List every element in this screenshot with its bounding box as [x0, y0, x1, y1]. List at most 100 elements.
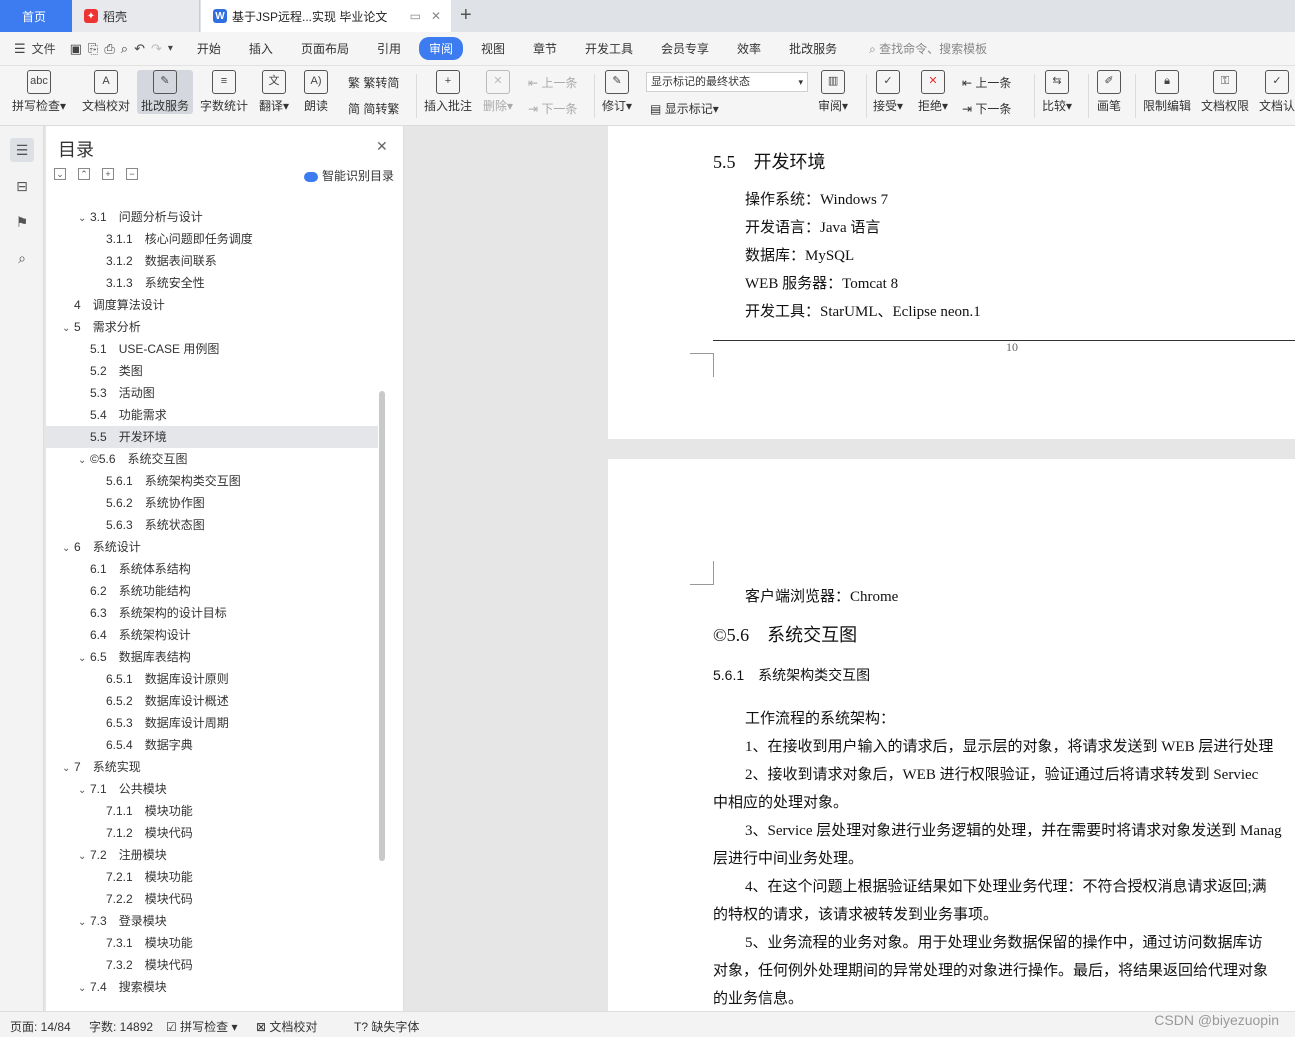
- toc-item[interactable]: 7.2.1 模块功能: [46, 866, 378, 888]
- toc-item[interactable]: 7.3.1 模块功能: [46, 932, 378, 954]
- toc-item[interactable]: ⌄ 5 需求分析: [46, 316, 378, 338]
- chevron-down-icon[interactable]: ⌄: [62, 318, 74, 340]
- file-menu[interactable]: 文件: [32, 40, 56, 57]
- remove-heading-icon[interactable]: −: [126, 168, 138, 180]
- toc-item[interactable]: 3.1.1 核心问题即任务调度: [46, 228, 378, 250]
- save-icon[interactable]: ▣: [70, 41, 82, 57]
- new-tab-icon[interactable]: +: [460, 4, 472, 27]
- chevron-down-icon[interactable]: ⌄: [78, 846, 90, 868]
- close-tab-icon[interactable]: ✕: [431, 9, 441, 23]
- doc-proof-button[interactable]: A 文档校对: [82, 70, 130, 114]
- toc-item[interactable]: ⌄ 6 系统设计: [46, 536, 378, 558]
- correction-service-button[interactable]: ✎ 批改服务: [137, 70, 194, 114]
- toc-item[interactable]: ⌄ 7.3 登录模块: [46, 910, 378, 932]
- reject-button[interactable]: ✕ 拒绝▾: [918, 70, 948, 114]
- pen-button[interactable]: ✐ 画笔: [1097, 70, 1121, 114]
- print-preview-icon[interactable]: ⌕: [121, 41, 128, 57]
- doc-permission-button[interactable]: ⚿ 文档权限: [1201, 70, 1249, 114]
- float-window-icon[interactable]: ▭: [410, 9, 421, 23]
- toc-item[interactable]: 5.5 开发环境: [46, 426, 378, 448]
- toc-item[interactable]: 6.5.3 数据库设计周期: [46, 712, 378, 734]
- compare-button[interactable]: ⇆ 比较▾: [1042, 70, 1072, 114]
- simp-to-trad-button[interactable]: 简 简转繁: [348, 100, 399, 117]
- smart-toc-button[interactable]: 智能识别目录: [304, 167, 394, 184]
- toc-item[interactable]: ⌄ 7.2 注册模块: [46, 844, 378, 866]
- search-icon[interactable]: ⌕: [10, 246, 34, 270]
- tab-home[interactable]: 首页: [0, 0, 72, 32]
- toc-item[interactable]: 7.1.1 模块功能: [46, 800, 378, 822]
- menu-tab-5[interactable]: 视图: [471, 37, 515, 60]
- accept-button[interactable]: ✓ 接受▾: [873, 70, 903, 114]
- redo-icon[interactable]: ↷: [151, 41, 162, 57]
- customize-toolbar-icon[interactable]: ▾: [168, 43, 173, 54]
- insert-comment-button[interactable]: + 插入批注: [424, 70, 472, 114]
- toc-item[interactable]: 5.6.3 系统状态图: [46, 514, 378, 536]
- toc-item[interactable]: ⌄ 6.5 数据库表结构: [46, 646, 378, 668]
- chevron-down-icon[interactable]: ⌄: [78, 978, 90, 1000]
- toc-item[interactable]: 5.1 USE-CASE 用例图: [46, 338, 378, 360]
- toc-item[interactable]: 7.3.2 模块代码: [46, 954, 378, 976]
- menu-tab-9[interactable]: 效率: [727, 37, 771, 60]
- hamburger-icon[interactable]: ☰: [14, 41, 26, 57]
- navigation-icon[interactable]: ⊟: [10, 174, 34, 198]
- chevron-down-icon[interactable]: ⌄: [78, 648, 90, 670]
- toc-item[interactable]: ⌄ 7 系统实现: [46, 756, 378, 778]
- next-comment-button[interactable]: ⇥ 下一条: [528, 100, 577, 117]
- restrict-edit-button[interactable]: 🔒︎ 限制编辑: [1143, 70, 1191, 114]
- toc-item[interactable]: 5.3 活动图: [46, 382, 378, 404]
- toc-item[interactable]: 6.5.4 数据字典: [46, 734, 378, 756]
- toc-item[interactable]: 7.2.2 模块代码: [46, 888, 378, 910]
- chevron-down-icon[interactable]: ⌄: [78, 208, 90, 230]
- word-count-button[interactable]: ≡ 字数统计: [200, 70, 248, 114]
- toc-panel-icon[interactable]: ☰: [10, 138, 34, 162]
- toc-item[interactable]: 5.6.1 系统架构类交互图: [46, 470, 378, 492]
- spellcheck-button[interactable]: abc 拼写检查▾: [12, 70, 66, 114]
- read-aloud-button[interactable]: A) 朗读: [304, 70, 328, 114]
- chevron-down-icon[interactable]: ⌄: [78, 450, 90, 472]
- command-search[interactable]: ⌕ 查找命令、搜索模板: [869, 40, 987, 57]
- toc-item[interactable]: 7.1.2 模块代码: [46, 822, 378, 844]
- print-icon[interactable]: ⎙: [104, 41, 114, 57]
- chevron-down-icon[interactable]: ⌄: [78, 780, 90, 802]
- toc-item[interactable]: ⌄ 3.1 问题分析与设计: [46, 206, 378, 228]
- toc-item[interactable]: ⌄ 7.4 搜索模块: [46, 976, 378, 998]
- bookmark-icon[interactable]: ⚑: [10, 210, 34, 234]
- doc-cert-button[interactable]: ✓ 文档认: [1259, 70, 1295, 114]
- toc-item[interactable]: 5.2 类图: [46, 360, 378, 382]
- toc-item[interactable]: ⌄ ©5.6 系统交互图: [46, 448, 378, 470]
- next-change-button[interactable]: ⇥ 下一条: [962, 100, 1011, 117]
- spellcheck-status[interactable]: ☑ 拼写检查 ▾: [166, 1018, 237, 1035]
- menu-tab-6[interactable]: 章节: [523, 37, 567, 60]
- chevron-down-icon[interactable]: ⌄: [78, 912, 90, 934]
- toc-item[interactable]: 6.1 系统体系结构: [46, 558, 378, 580]
- menu-tab-0[interactable]: 开始: [187, 37, 231, 60]
- toc-scrollbar[interactable]: [379, 391, 385, 861]
- translate-button[interactable]: 文翻译▾: [259, 70, 289, 114]
- toc-item[interactable]: 3.1.2 数据表间联系: [46, 250, 378, 272]
- toc-item[interactable]: 6.5.2 数据库设计概述: [46, 690, 378, 712]
- menu-tab-1[interactable]: 插入: [239, 37, 283, 60]
- menu-tab-8[interactable]: 会员专享: [651, 37, 719, 60]
- export-pdf-icon[interactable]: ⎘: [88, 41, 98, 57]
- word-count-indicator[interactable]: 字数: 14892: [89, 1018, 153, 1035]
- menu-tab-2[interactable]: 页面布局: [291, 37, 359, 60]
- collapse-all-icon[interactable]: ⌃: [78, 168, 90, 180]
- tab-document[interactable]: W 基于JSP远程...实现 毕业论文 ▭ ✕: [201, 0, 451, 32]
- toc-item[interactable]: 5.4 功能需求: [46, 404, 378, 426]
- menu-tab-4[interactable]: 审阅: [418, 37, 463, 60]
- toc-item[interactable]: ⌄ 7.1 公共模块: [46, 778, 378, 800]
- menu-tab-10[interactable]: 批改服务: [779, 37, 847, 60]
- delete-comment-button[interactable]: ✕ 删除▾: [483, 70, 513, 114]
- chevron-down-icon[interactable]: ⌄: [62, 538, 74, 560]
- tab-daoke[interactable]: ✦ 稻壳: [72, 0, 200, 32]
- toc-item[interactable]: 6.4 系统架构设计: [46, 624, 378, 646]
- toc-item[interactable]: 6.3 系统架构的设计目标: [46, 602, 378, 624]
- show-markup-button[interactable]: ▤ 显示标记▾: [650, 100, 719, 117]
- toc-item[interactable]: 3.1.3 系统安全性: [46, 272, 378, 294]
- expand-all-icon[interactable]: ⌄: [54, 168, 66, 180]
- add-heading-icon[interactable]: +: [102, 168, 114, 180]
- review-pane-button[interactable]: ▥ 审阅▾: [818, 70, 848, 114]
- proof-status[interactable]: ⊠ 文档校对: [256, 1018, 317, 1035]
- page-indicator[interactable]: 页面: 14/84: [10, 1018, 71, 1035]
- menu-tab-7[interactable]: 开发工具: [575, 37, 643, 60]
